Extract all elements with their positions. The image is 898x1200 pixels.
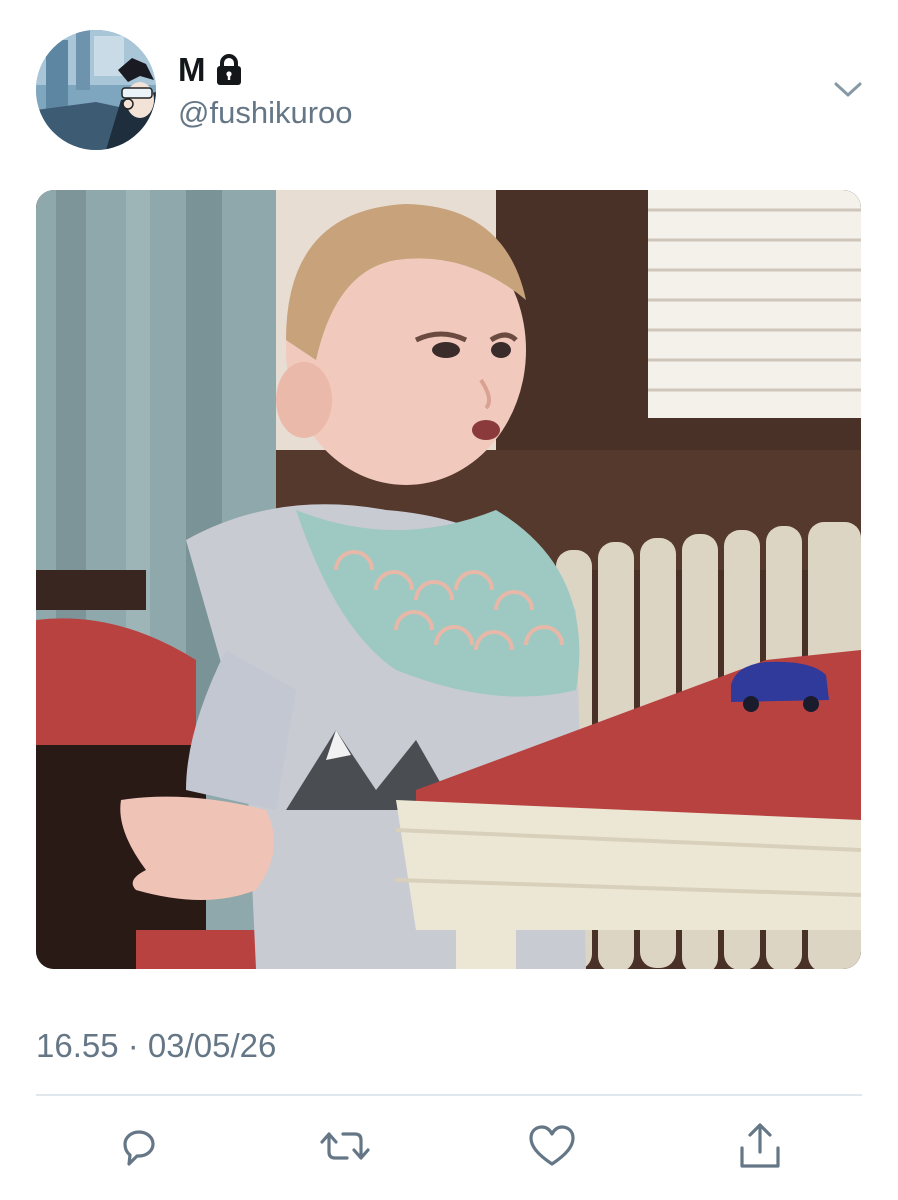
author-handle[interactable]: @fushikuroo — [178, 94, 353, 132]
share-button[interactable] — [732, 1118, 788, 1174]
lock-icon — [214, 53, 244, 87]
display-name[interactable]: M — [178, 50, 206, 90]
heart-icon — [529, 1125, 575, 1166]
anime-avatar-image — [36, 30, 156, 150]
author-name-row[interactable]: M — [178, 50, 244, 90]
chevron-down-icon[interactable] — [828, 74, 868, 106]
reply-icon — [123, 1130, 155, 1166]
retweet-icon — [320, 1132, 370, 1160]
tweet-timestamp: 16.55 · 03/05/26 — [36, 1027, 277, 1064]
author-avatar[interactable] — [36, 30, 156, 150]
tweet-photo[interactable] — [36, 190, 861, 969]
retweet-button[interactable] — [317, 1118, 373, 1174]
share-icon — [740, 1123, 780, 1168]
divider — [36, 1094, 862, 1096]
reply-button[interactable] — [111, 1118, 167, 1174]
like-button[interactable] — [524, 1118, 580, 1174]
toddler-photo-illustration — [36, 190, 861, 969]
